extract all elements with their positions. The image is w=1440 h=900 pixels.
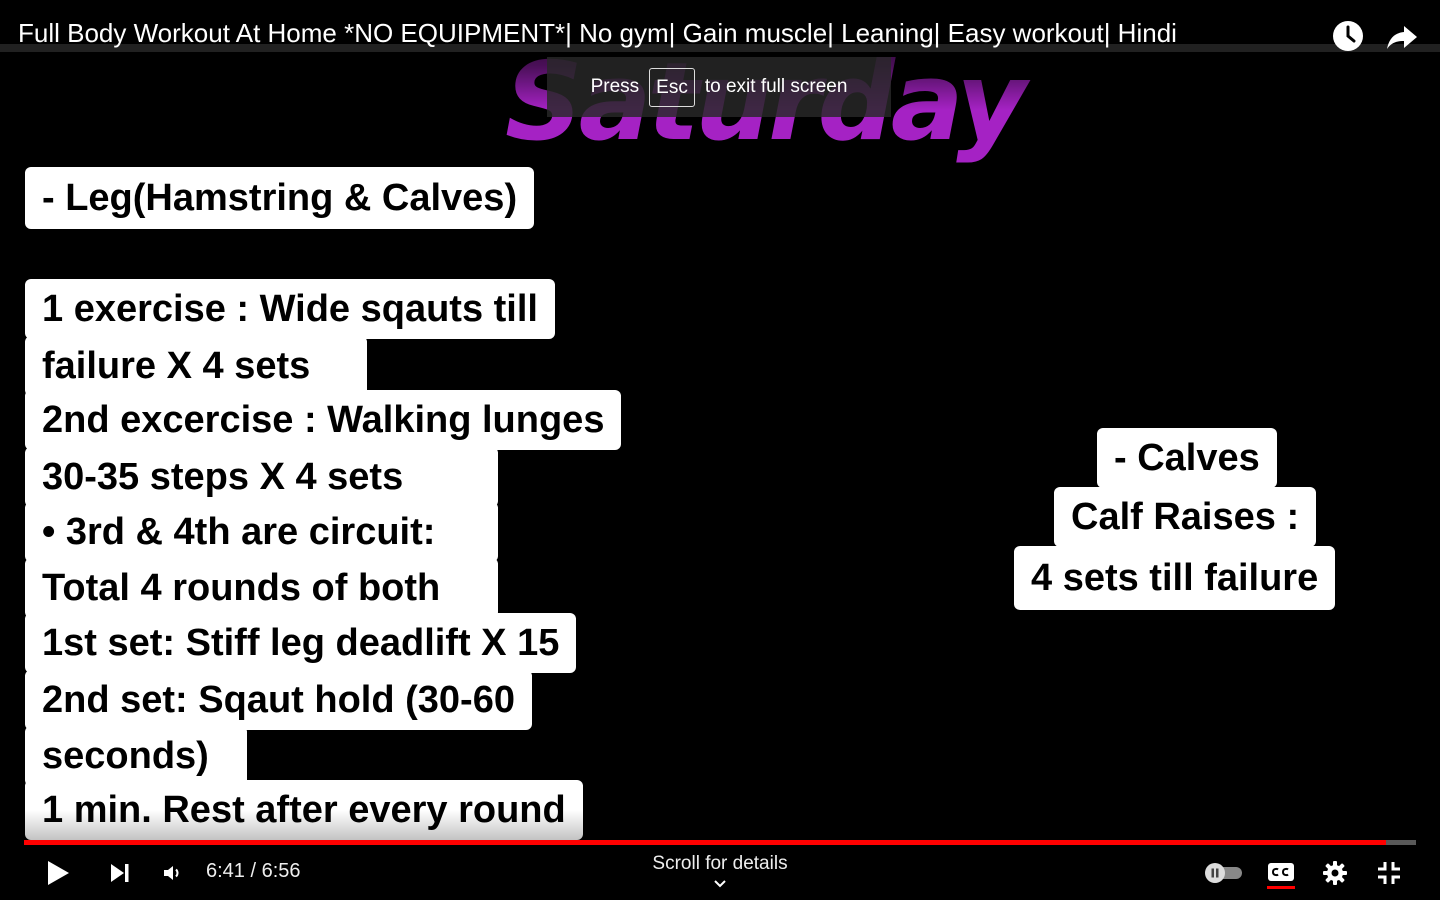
workout-line: 2nd set: Sqaut hold (30-60 <box>25 670 532 730</box>
section-heading: - Leg(Hamstring & Calves) <box>25 167 535 229</box>
time-display: 6:41 / 6:56 <box>206 860 301 882</box>
calves-line: - Calves <box>1097 428 1277 488</box>
esc-banner-suffix: to exit full screen <box>704 76 848 97</box>
exit-fullscreen-button[interactable] <box>1371 856 1407 890</box>
workout-line: Total 4 rounds of both <box>25 558 498 618</box>
share-button[interactable] <box>1384 18 1420 54</box>
video-title[interactable]: Full Body Workout At Home *NO EQUIPMENT*… <box>18 18 1177 49</box>
gear-icon <box>1323 861 1347 885</box>
workout-line: 2nd excercise : Walking lunges <box>25 390 622 450</box>
watch-later-button[interactable] <box>1330 18 1366 54</box>
workout-line: failure X 4 sets <box>25 336 367 396</box>
video-player[interactable]: Saturday - Leg(Hamstring & Calves) 1 exe… <box>0 0 1440 900</box>
esc-key: Esc <box>649 67 695 107</box>
workout-line: 30-35 steps X 4 sets <box>25 447 498 507</box>
clock-icon <box>1333 21 1363 51</box>
captions-button[interactable] <box>1263 858 1299 886</box>
scroll-for-details[interactable]: Scroll for details <box>620 853 820 875</box>
progress-bar[interactable] <box>24 840 1416 845</box>
next-button[interactable] <box>102 856 138 890</box>
workout-line: 1st set: Stiff leg deadlift X 15 <box>25 613 577 673</box>
esc-banner-prefix: Press <box>590 76 640 97</box>
captions-active-indicator <box>1267 886 1295 889</box>
cc-icon <box>1268 863 1294 881</box>
workout-line: 1 exercise : Wide sqauts till <box>25 279 555 339</box>
next-icon <box>111 864 129 882</box>
workout-line: seconds) <box>25 726 247 786</box>
volume-button[interactable] <box>154 856 190 890</box>
exit-fullscreen-icon <box>1378 862 1400 884</box>
workout-line: • 3rd & 4th are circuit: <box>25 502 498 562</box>
autoplay-toggle-icon <box>1205 863 1242 883</box>
share-icon <box>1387 26 1417 49</box>
progress-played <box>24 840 1386 845</box>
autoplay-toggle[interactable] <box>1200 860 1248 886</box>
play-icon <box>48 861 69 885</box>
settings-button[interactable] <box>1317 856 1353 890</box>
calves-line: 4 sets till failure <box>1014 546 1336 610</box>
play-button[interactable] <box>40 856 76 890</box>
volume-icon <box>164 866 179 880</box>
esc-banner: Press Esc to exit full screen <box>547 57 891 117</box>
chevron-down-icon[interactable] <box>710 877 730 891</box>
calves-line: Calf Raises : <box>1054 487 1317 547</box>
